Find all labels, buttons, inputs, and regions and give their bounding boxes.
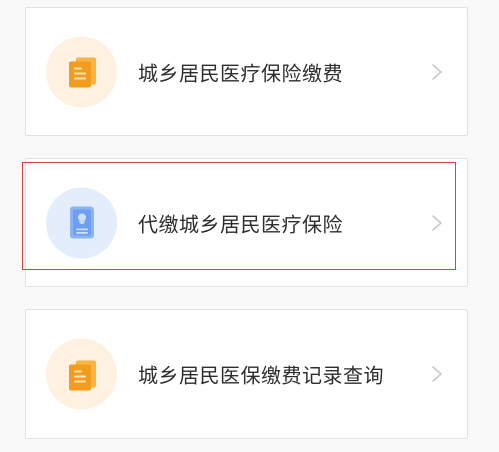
menu-item-label: 城乡居民医疗保险缴费 xyxy=(138,61,343,85)
id-card-icon xyxy=(46,187,117,258)
chevron-right-icon xyxy=(432,63,442,80)
menu-item-label: 代缴城乡居民医疗保险 xyxy=(138,212,343,236)
menu-item-label: 城乡居民医保缴费记录查询 xyxy=(138,363,384,388)
menu-item-insurance-payment[interactable]: 城乡居民医疗保险缴费 xyxy=(25,7,468,136)
document-icon xyxy=(46,36,117,107)
service-list-page: 城乡居民医疗保险缴费 代缴城乡居民医疗保险 城乡居民医保缴费记录查询 xyxy=(0,0,499,452)
menu-item-payment-record-query[interactable]: 城乡居民医保缴费记录查询 xyxy=(25,309,468,439)
menu-item-proxy-insurance-payment[interactable]: 代缴城乡居民医疗保险 xyxy=(25,158,468,287)
chevron-right-icon xyxy=(432,214,442,231)
document-icon xyxy=(46,338,117,410)
chevron-right-icon xyxy=(432,366,442,382)
